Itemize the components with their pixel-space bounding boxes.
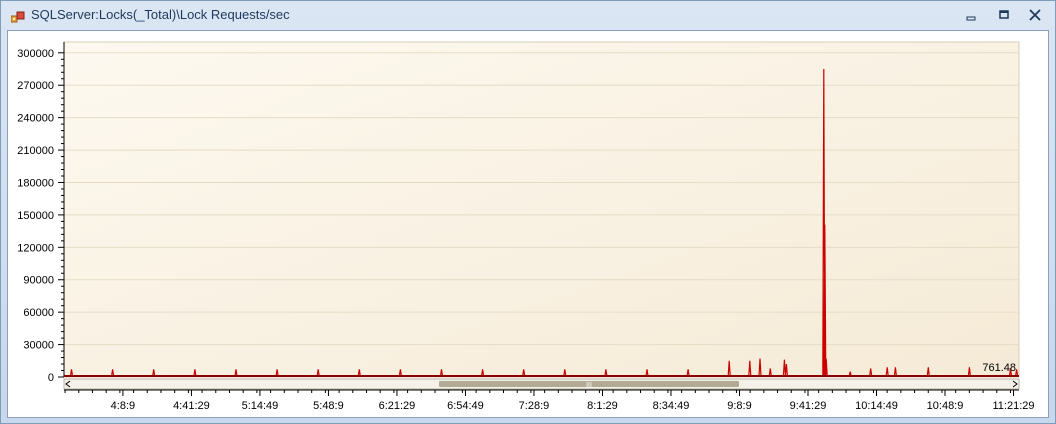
x-tick-label: 8:1:29 [587,400,618,412]
x-tick-label: 4:41:29 [173,400,210,412]
y-tick-label: 30000 [23,340,54,352]
y-tick-label: 210000 [17,145,54,157]
plot-area [63,41,1020,378]
last-value-label: 761.48 [982,362,1016,374]
minimize-button[interactable] [961,7,981,23]
y-tick-label: 120000 [17,242,54,254]
restore-button[interactable] [994,7,1014,23]
x-tick-label: 8:34:49 [653,400,690,412]
x-tick-label: 4:8:9 [111,400,135,412]
minimize-icon [966,16,976,21]
scrollbar-grip: III [586,382,592,389]
x-tick-label: 5:48:9 [313,400,344,412]
window-title: SQLServer:Locks(_Total)\Lock Requests/se… [31,7,290,22]
chart-area: 0 30000 60000 90000 120000 150000 180000 210000… [7,30,1049,418]
line-chart: 0 30000 60000 90000 120000 150000 180000 210000… [17,41,1035,412]
x-tick-label: 6:54:49 [447,400,484,412]
y-tick-label: 300000 [17,48,54,60]
y-tick-label: 60000 [23,307,54,319]
chart-app-icon [10,10,25,23]
x-tick-label: 7:28:9 [519,400,550,412]
title-bar[interactable]: SQLServer:Locks(_Total)\Lock Requests/se… [1,1,1055,29]
x-tick-label: 9:41:29 [790,400,827,412]
restore-icon [999,10,1009,19]
close-button[interactable] [1025,7,1045,23]
y-tick-label: 240000 [17,113,54,125]
x-tick-label: 10:14:49 [855,400,898,412]
chart-window: SQLServer:Locks(_Total)\Lock Requests/se… [0,0,1056,424]
y-tick-label: 0 [48,372,54,384]
x-tick-label: 6:21:29 [379,400,416,412]
x-tick-label: 11:21:29 [993,400,1035,412]
x-tick-label: 9:8:9 [727,400,751,412]
y-tick-label: 180000 [17,177,54,189]
x-tick-label: 10:48:9 [927,400,964,412]
y-tick-label: 270000 [17,80,54,92]
x-tick-label: 5:14:49 [242,400,279,412]
close-icon [1029,9,1041,21]
y-tick-label: 90000 [23,275,54,287]
y-tick-label: 150000 [17,210,54,222]
